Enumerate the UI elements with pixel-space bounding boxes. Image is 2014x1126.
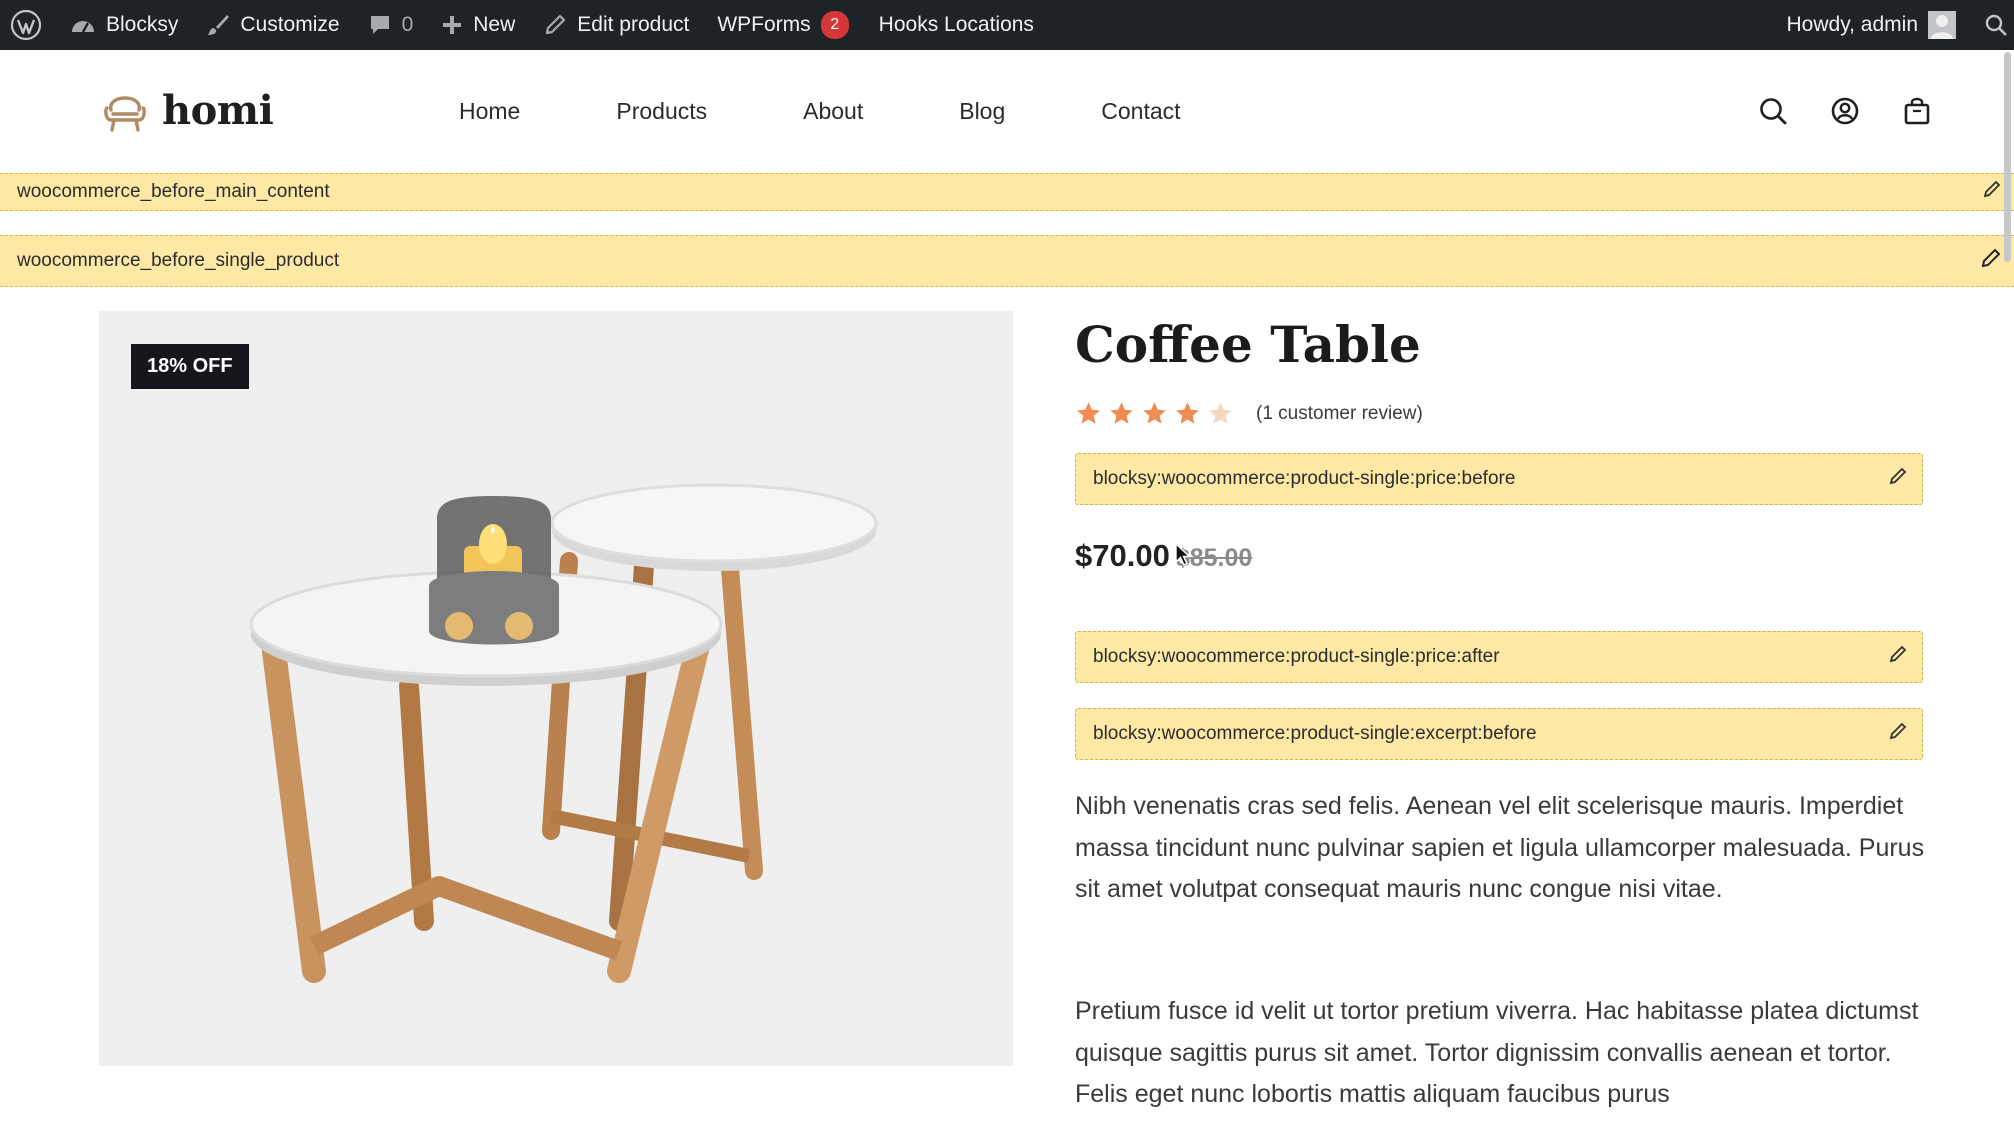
header-actions: [1758, 96, 1932, 126]
star-icon: [1143, 402, 1166, 424]
edit-product-label: Edit product: [577, 13, 690, 36]
review-count-link[interactable]: (1 customer review): [1256, 403, 1423, 425]
nav-products[interactable]: Products: [616, 98, 707, 125]
admin-search-button[interactable]: [1970, 0, 2014, 50]
star-icon: [1176, 402, 1199, 424]
nav-blog[interactable]: Blog: [959, 98, 1005, 125]
site-logo[interactable]: homi: [102, 86, 274, 134]
hook-label: woocommerce_before_single_product: [17, 250, 340, 271]
hook-before-single-product: woocommerce_before_single_product: [0, 235, 2014, 287]
edit-pencil-icon[interactable]: [1982, 179, 2002, 205]
logo-text: homi: [162, 86, 274, 134]
hooks-locations-label: Hooks Locations: [878, 13, 1034, 36]
new-content-menu[interactable]: New: [427, 0, 529, 50]
star-icon: [1209, 402, 1232, 424]
hook-price-before: blocksy:woocommerce:product-single:price…: [1075, 453, 1923, 505]
hook-label: blocksy:woocommerce:product-single:price…: [1093, 468, 1516, 489]
my-account-menu[interactable]: Howdy, admin: [1773, 0, 1971, 50]
wpforms-notification-badge: 2: [820, 11, 849, 39]
wpforms-label: WPForms: [717, 13, 811, 36]
edit-product-link[interactable]: Edit product: [529, 0, 703, 50]
star-icon: [1110, 402, 1133, 424]
product-description-paragraph: Nibh venenatis cras sed felis. Aenean ve…: [1075, 792, 1925, 903]
edit-pencil-icon[interactable]: [1980, 247, 2002, 275]
brush-icon: [208, 15, 230, 35]
search-icon[interactable]: [1758, 96, 1788, 126]
nav-home[interactable]: Home: [459, 98, 520, 125]
wp-admin-bar: Blocksy Customize 0 New Edit product WPF…: [0, 0, 2014, 50]
product-description-paragraph: Pretium fusce id velit ut tortor pretium…: [1075, 997, 1919, 1108]
edit-pencil-icon[interactable]: [1888, 721, 1908, 747]
hook-excerpt-before: blocksy:woocommerce:product-single:excer…: [1075, 708, 1923, 760]
hooks-locations-link[interactable]: Hooks Locations: [863, 0, 1048, 50]
mouse-cursor-icon: [1175, 543, 1191, 566]
plus-icon: [443, 16, 462, 34]
sale-price: $70.00: [1075, 538, 1170, 573]
edit-pencil-icon[interactable]: [1888, 644, 1908, 670]
nav-contact[interactable]: Contact: [1101, 98, 1180, 125]
greeting-label: Howdy, admin: [1786, 13, 1919, 36]
pencil-icon: [546, 14, 566, 35]
site-header: homi Home Products About Blog Contact: [0, 50, 2014, 174]
edit-pencil-icon[interactable]: [1888, 466, 1908, 492]
customize-link[interactable]: Customize: [192, 0, 353, 50]
avatar-icon: [1928, 11, 1956, 39]
wordpress-icon: [10, 9, 42, 41]
user-icon[interactable]: [1830, 96, 1860, 126]
search-icon: [1985, 14, 2007, 36]
product-price: $70.00 $85.00: [1075, 538, 1252, 574]
dashboard-icon: [72, 21, 94, 33]
customize-label: Customize: [240, 13, 340, 36]
star-rating: (1 customer review): [1075, 400, 1423, 427]
product-title: Coffee Table: [1075, 315, 1421, 374]
hook-label: blocksy:woocommerce:product-single:excer…: [1093, 723, 1537, 744]
bag-icon[interactable]: [1902, 96, 1932, 126]
nav-about[interactable]: About: [803, 98, 863, 125]
wpforms-menu[interactable]: WPForms 2: [703, 0, 862, 50]
product-gallery[interactable]: 18% OFF: [99, 311, 1013, 1066]
new-label: New: [473, 13, 516, 36]
site-name-menu[interactable]: Blocksy: [56, 0, 192, 50]
main-navigation: Home Products About Blog Contact: [459, 98, 1277, 125]
wordpress-menu[interactable]: [0, 0, 56, 50]
comments-link[interactable]: 0: [354, 0, 428, 50]
hook-price-after: blocksy:woocommerce:product-single:price…: [1075, 631, 1923, 683]
site-name-label: Blocksy: [106, 13, 179, 36]
page-scrollbar[interactable]: [2004, 52, 2011, 262]
product-image: [249, 483, 878, 983]
chair-logo-icon: [104, 96, 146, 132]
comment-icon: [370, 16, 389, 34]
star-icon: [1077, 402, 1100, 424]
hook-label: blocksy:woocommerce:product-single:price…: [1093, 646, 1500, 667]
comments-count: 0: [401, 13, 414, 36]
hook-before-main-content: woocommerce_before_main_content: [0, 173, 2014, 211]
hook-label: woocommerce_before_main_content: [17, 181, 330, 202]
